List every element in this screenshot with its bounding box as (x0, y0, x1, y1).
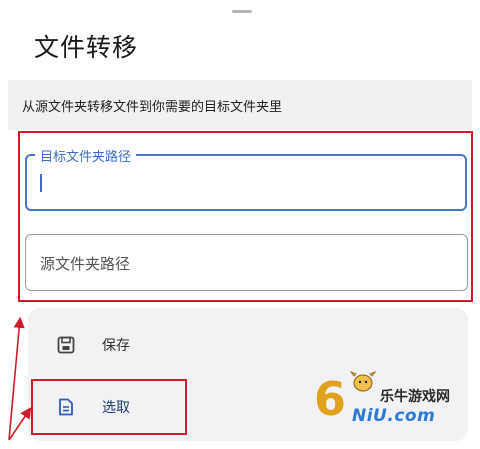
cow-mascot-icon (350, 371, 376, 392)
watermark-brand-en: NiU.com (352, 406, 436, 426)
arrow-up-line (8, 316, 25, 441)
watermark-brand-cn: 乐牛游戏网 (380, 389, 450, 405)
watermark-digit: 6 (314, 372, 347, 426)
site-watermark: 6 乐牛游戏网 NiU.com (314, 370, 464, 430)
